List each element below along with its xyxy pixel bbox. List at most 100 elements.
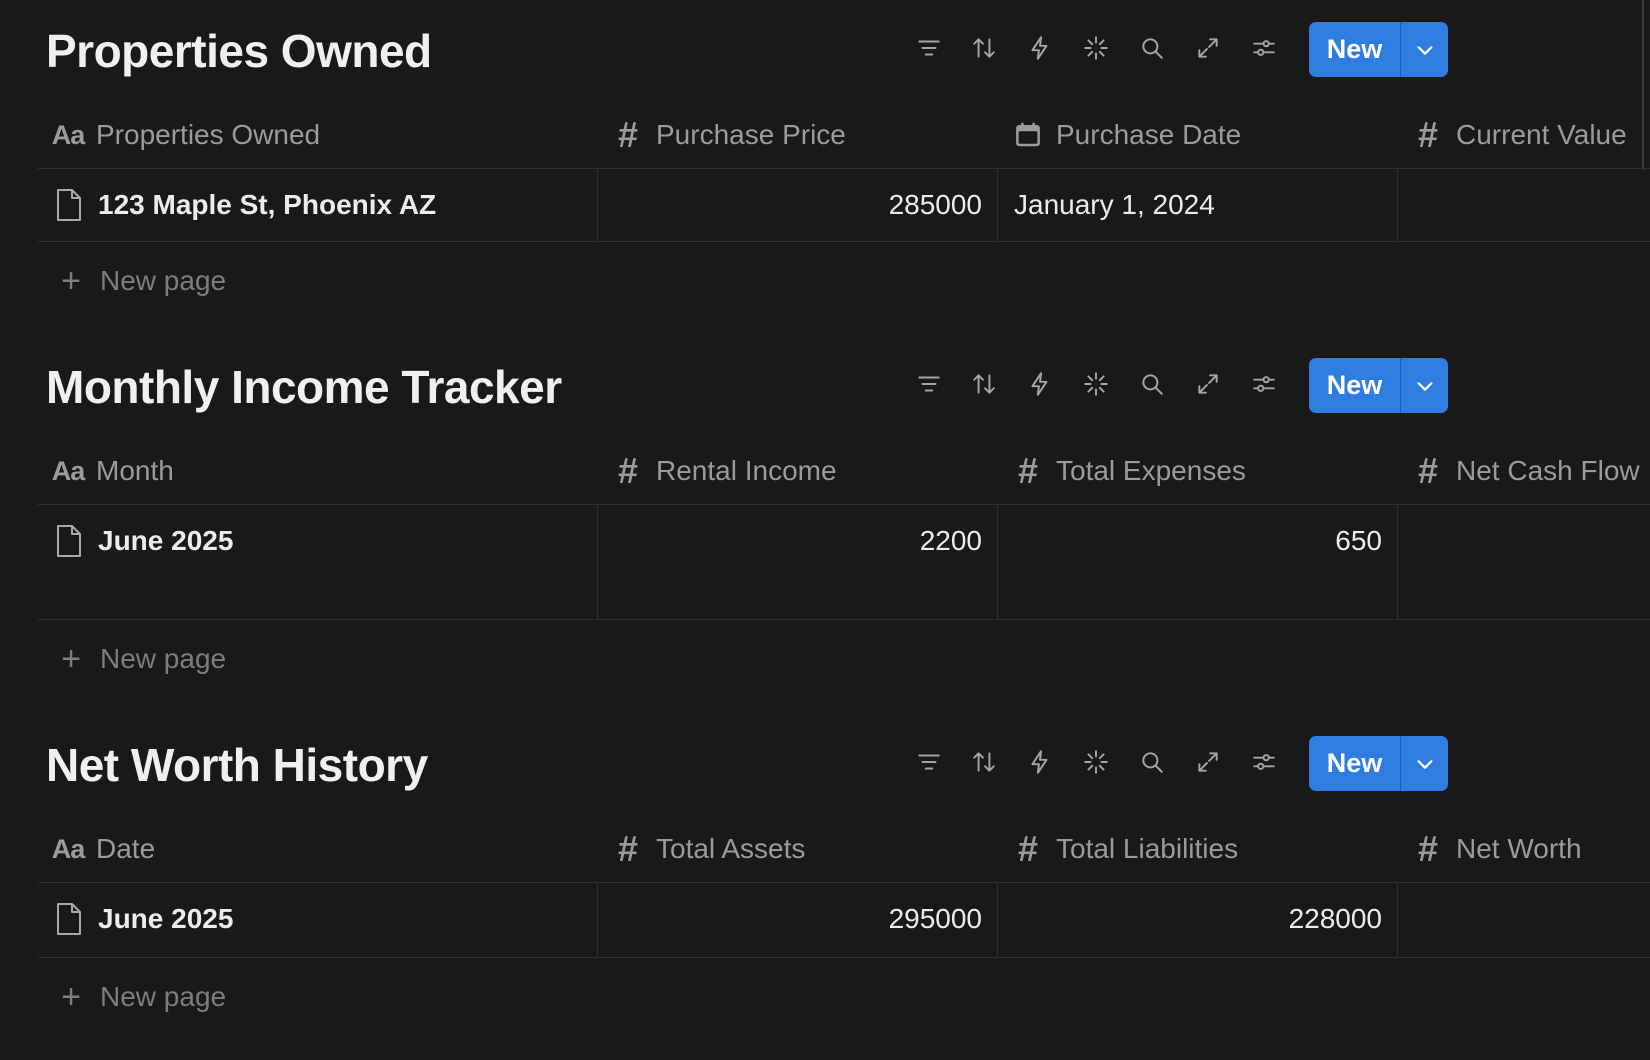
table-row[interactable]: June 2025 295000 228000 <box>38 883 1650 958</box>
new-options-button[interactable] <box>1401 22 1448 77</box>
column-header-name[interactable]: Aa Properties Owned <box>50 102 590 168</box>
column-label: Date <box>96 833 156 864</box>
column-header-net-worth[interactable]: # Net Worth <box>1410 816 1650 882</box>
column-label: Total Expenses <box>1056 455 1246 486</box>
new-button[interactable]: New <box>1309 736 1400 791</box>
cell-value: January 1, 2024 <box>1014 189 1215 220</box>
cell-value: 650 <box>1335 525 1382 556</box>
column-label: Total Assets <box>656 833 806 864</box>
new-button[interactable]: New <box>1309 22 1400 77</box>
number-icon: # <box>1417 450 1439 491</box>
automation-icon[interactable] <box>1026 748 1054 776</box>
expand-icon[interactable] <box>1194 370 1222 398</box>
column-label: Purchase Price <box>656 119 846 150</box>
column-label: Purchase Date <box>1056 119 1242 150</box>
column-header-purchase-price[interactable]: # Purchase Price <box>610 102 990 168</box>
automation-icon[interactable] <box>1026 34 1054 62</box>
column-label: Properties Owned <box>96 119 321 150</box>
row-title-cell[interactable]: 123 Maple St, Phoenix AZ <box>38 169 597 241</box>
number-cell[interactable] <box>1397 169 1650 241</box>
calendar-icon <box>1010 120 1046 150</box>
column-header-net-cash-flow[interactable]: # Net Cash Flow <box>1410 438 1650 504</box>
chevron-down-icon <box>1416 45 1433 55</box>
sort-icon[interactable] <box>970 748 998 776</box>
new-page-button[interactable]: + New page <box>38 624 226 694</box>
date-cell[interactable]: January 1, 2024 <box>997 169 1398 241</box>
expand-icon[interactable] <box>1194 34 1222 62</box>
sort-icon[interactable] <box>970 34 998 62</box>
number-icon: # <box>617 450 639 491</box>
database-title[interactable]: Monthly Income Tracker <box>46 360 562 414</box>
settings-icon[interactable] <box>1250 370 1278 398</box>
cell-value: 228000 <box>1288 903 1382 934</box>
column-header-rental-income[interactable]: # Rental Income <box>610 438 990 504</box>
number-icon: # <box>617 828 639 869</box>
ai-sparkle-icon[interactable] <box>1082 370 1110 398</box>
chevron-down-icon <box>1416 381 1433 391</box>
row-title-cell[interactable]: June 2025 <box>38 883 597 957</box>
settings-icon[interactable] <box>1250 748 1278 776</box>
filter-icon[interactable] <box>915 748 943 776</box>
column-label: Total Liabilities <box>1056 833 1239 864</box>
number-icon: # <box>617 114 639 155</box>
number-cell[interactable]: 285000 <box>597 169 998 241</box>
number-cell[interactable]: 2200 <box>597 505 998 619</box>
sort-icon[interactable] <box>970 370 998 398</box>
search-icon[interactable] <box>1138 748 1166 776</box>
text-icon: Aa <box>51 119 86 150</box>
cell-value: 2200 <box>919 525 982 556</box>
new-page-button[interactable]: + New page <box>38 246 226 316</box>
notion-page: Properties Owned New Aa Properties Owned… <box>0 0 1650 1060</box>
new-options-button[interactable] <box>1401 358 1448 413</box>
number-icon: # <box>1017 828 1039 869</box>
search-icon[interactable] <box>1138 34 1166 62</box>
number-cell[interactable]: 650 <box>997 505 1398 619</box>
database-title[interactable]: Properties Owned <box>46 24 432 78</box>
new-page-label: New page <box>100 265 227 296</box>
chevron-down-icon <box>1416 759 1433 769</box>
number-cell[interactable]: 295000 <box>597 883 998 957</box>
number-icon: # <box>1017 450 1039 491</box>
cell-value: 295000 <box>888 903 982 934</box>
number-icon: # <box>1417 114 1439 155</box>
new-page-label: New page <box>100 643 227 674</box>
number-cell[interactable] <box>1397 883 1650 957</box>
new-button-group: New <box>1309 358 1448 413</box>
search-icon[interactable] <box>1138 370 1166 398</box>
ai-sparkle-icon[interactable] <box>1082 748 1110 776</box>
ai-sparkle-icon[interactable] <box>1082 34 1110 62</box>
table-header: Aa Properties Owned # Purchase Price Pur… <box>38 102 1650 169</box>
row-title-cell[interactable]: June 2025 <box>38 505 597 619</box>
number-cell[interactable]: 228000 <box>997 883 1398 957</box>
column-header-current-value[interactable]: # Current Value <box>1410 102 1650 168</box>
text-icon: Aa <box>51 833 86 864</box>
new-options-button[interactable] <box>1401 736 1448 791</box>
column-header-total-expenses[interactable]: # Total Expenses <box>1010 438 1390 504</box>
column-header-name[interactable]: Aa Date <box>50 816 590 882</box>
database-header: Monthly Income Tracker New <box>0 356 1650 414</box>
new-page-button[interactable]: + New page <box>38 962 226 1032</box>
number-icon: # <box>1417 828 1439 869</box>
column-label: Rental Income <box>656 455 837 486</box>
column-header-name[interactable]: Aa Month <box>50 438 590 504</box>
expand-icon[interactable] <box>1194 748 1222 776</box>
page-icon <box>54 901 84 937</box>
column-header-purchase-date[interactable]: Purchase Date <box>1010 102 1390 168</box>
row-title: June 2025 <box>98 525 234 556</box>
number-cell[interactable] <box>1397 505 1650 619</box>
database-header: Net Worth History New <box>0 734 1650 792</box>
table-row[interactable]: June 2025 2200 650 <box>38 505 1650 620</box>
column-label: Net Worth <box>1456 833 1582 864</box>
column-header-total-assets[interactable]: # Total Assets <box>610 816 990 882</box>
filter-icon[interactable] <box>915 34 943 62</box>
automation-icon[interactable] <box>1026 370 1054 398</box>
table-row[interactable]: 123 Maple St, Phoenix AZ 285000 January … <box>38 169 1650 242</box>
column-header-total-liabilities[interactable]: # Total Liabilities <box>1010 816 1390 882</box>
settings-icon[interactable] <box>1250 34 1278 62</box>
plus-icon: + <box>61 261 81 300</box>
database-title[interactable]: Net Worth History <box>46 738 428 792</box>
page-icon <box>54 523 84 559</box>
new-button-group: New <box>1309 736 1448 791</box>
filter-icon[interactable] <box>915 370 943 398</box>
new-button[interactable]: New <box>1309 358 1400 413</box>
